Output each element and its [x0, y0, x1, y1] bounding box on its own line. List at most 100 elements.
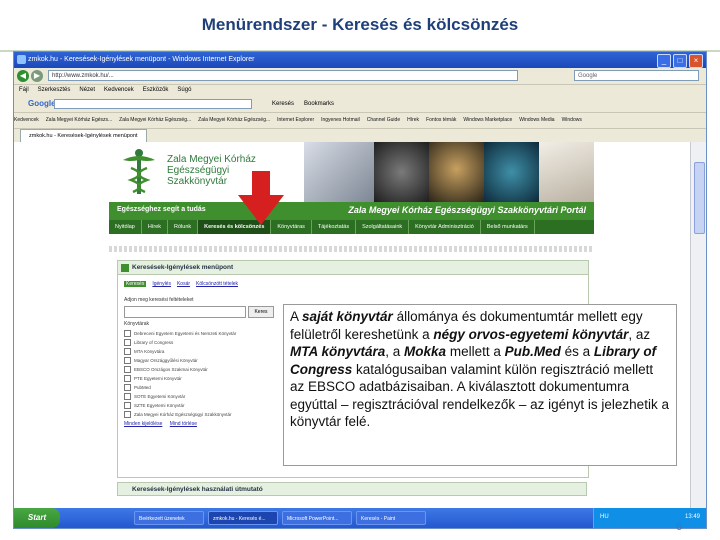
site-slogan: Egészséghez segít a tudás: [117, 206, 206, 213]
search-input[interactable]: [124, 306, 246, 318]
library-option[interactable]: PTE Egyetemi Könyvtár: [124, 374, 274, 383]
clear-all-link[interactable]: Mind törlése: [170, 421, 197, 427]
favorite-link[interactable]: Windows: [562, 117, 582, 123]
library-name: PTE Egyetemi Könyvtár: [134, 376, 182, 381]
favorite-link[interactable]: Hírek: [407, 117, 419, 123]
browser-menu-item[interactable]: Súgó: [177, 87, 191, 93]
window-title: zmkok.hu - Keresések-Igénylések menüpont…: [28, 56, 255, 63]
favorite-link[interactable]: Zala Megyei Kórház Egészség...: [198, 117, 270, 123]
panel-heading: Keresések-Igénylések menüpont: [118, 261, 588, 275]
panel-tab[interactable]: Keresés: [124, 281, 147, 287]
favorite-link[interactable]: Ingyenes Hotmail: [321, 117, 360, 123]
site-menu-item[interactable]: Belső munkatárs: [481, 220, 535, 234]
callout-segment: Pub.Med: [504, 344, 561, 359]
favorite-link[interactable]: Zala Megyei Kórház Egészs...: [46, 117, 112, 123]
library-checkbox[interactable]: [124, 384, 131, 392]
forward-icon[interactable]: ▶: [31, 70, 43, 82]
callout-segment: mellett a: [446, 344, 505, 359]
tab-row: zmkok.hu - Keresések-Igénylések menüpont: [14, 128, 706, 143]
close-icon[interactable]: ×: [689, 54, 703, 68]
google-search-button[interactable]: Keresés: [272, 99, 294, 109]
callout-segment: MTA könyvtára: [290, 344, 386, 359]
library-checkbox[interactable]: [124, 339, 131, 347]
usage-guide-heading[interactable]: Keresések-Igénylések használati útmutató: [117, 482, 587, 496]
library-option[interactable]: PubMed: [124, 383, 274, 392]
taskbar-item[interactable]: Beérkezett üzenetek: [134, 511, 204, 525]
browser-menu-item[interactable]: Nézet: [79, 87, 95, 93]
library-checkbox[interactable]: [124, 375, 131, 383]
library-option[interactable]: SOTE Egyetemi Könyvtár: [124, 392, 274, 401]
panel-tab[interactable]: Igénylés: [152, 281, 171, 287]
favorite-link[interactable]: Channel Guide: [367, 117, 400, 123]
taskbar-item[interactable]: Keresés - Paint: [356, 511, 426, 525]
taskbar-item[interactable]: Microsoft PowerPoint...: [282, 511, 352, 525]
scroll-thumb[interactable]: [694, 162, 705, 234]
address-row: ◀ ▶ http://www.zmkok.hu/... Google: [14, 68, 706, 85]
favorite-link[interactable]: Kedvencek: [14, 117, 39, 123]
library-checkbox[interactable]: [124, 348, 131, 356]
site-header: Zala Megyei Kórház Egészségügyi Szakköny…: [109, 142, 594, 202]
callout-segment: és a: [560, 344, 594, 359]
panel-tab[interactable]: Kosár: [177, 281, 190, 287]
caduceus-logo-icon: [123, 149, 155, 194]
favorite-link[interactable]: Windows Media: [519, 117, 554, 123]
library-option[interactable]: SZTE Egyetemi Könyvtár: [124, 401, 274, 410]
library-list: Debreceni Egyetem Egyetemi és Nemzeti Kö…: [124, 329, 274, 419]
start-button[interactable]: Start: [14, 508, 60, 528]
library-option[interactable]: EBSCO Országos Szakmai Könyvtár: [124, 365, 274, 374]
library-checkbox[interactable]: [124, 357, 131, 365]
library-checkbox[interactable]: [124, 411, 131, 419]
header-photo: [539, 142, 594, 202]
browser-menu-item[interactable]: Eszközök: [143, 87, 169, 93]
panel-heading-text: Keresések-Igénylések menüpont: [132, 264, 234, 271]
ie-search-box[interactable]: Google: [574, 70, 699, 81]
red-arrow-icon: [238, 171, 284, 225]
favorite-link[interactable]: Fontos témák: [426, 117, 456, 123]
vertical-scrollbar[interactable]: [690, 142, 706, 508]
browser-menu: Fájl Szerkesztés Nézet Kedvencek Eszközök Súg…: [14, 84, 706, 96]
favorite-link[interactable]: Windows Marketplace: [463, 117, 512, 123]
library-name: SOTE Egyetemi Könyvtár: [134, 394, 186, 399]
library-option[interactable]: Debreceni Egyetem Egyetemi és Nemzeti Kö…: [124, 329, 274, 338]
site-banner: Egészséghez segít a tudás Zala Megyei Kó…: [109, 202, 594, 220]
panel-tab[interactable]: Kölcsönzött tételek: [196, 281, 238, 287]
favorite-link[interactable]: Internet Explorer: [277, 117, 314, 123]
site-menu-item[interactable]: Tájékoztatás: [312, 220, 357, 234]
back-icon[interactable]: ◀: [17, 70, 29, 82]
header-photo: [374, 142, 429, 202]
library-checkbox[interactable]: [124, 393, 131, 401]
bookmarks-button[interactable]: Bookmarks: [304, 99, 334, 109]
site-menu-item[interactable]: Hírek: [142, 220, 169, 234]
browser-menu-item[interactable]: Kedvencek: [104, 87, 134, 93]
clock: 13:49: [684, 514, 700, 520]
site-menu-item[interactable]: Könyvtár Adminisztráció: [409, 220, 481, 234]
site-menu-item[interactable]: Nyitólap: [109, 220, 142, 234]
address-bar[interactable]: http://www.zmkok.hu/...: [48, 70, 518, 81]
taskbar-item[interactable]: zmkok.hu - Keresés é...: [208, 511, 278, 525]
callout-segment: saját könyvtár: [302, 309, 393, 324]
maximize-icon[interactable]: □: [673, 54, 687, 68]
callout-segment: négy orvos-egyetemi könyvtár: [433, 326, 629, 342]
library-option[interactable]: Library of Congress: [124, 338, 274, 347]
library-checkbox[interactable]: [124, 330, 131, 338]
page-number: 6: [676, 521, 683, 533]
library-name: Debreceni Egyetem Egyetemi és Nemzeti Kö…: [134, 331, 237, 336]
browser-tab[interactable]: zmkok.hu - Keresések-Igénylések menüpont: [20, 129, 147, 143]
library-option[interactable]: Zala Megyei Kórház Egészségügyi Szakköny…: [124, 410, 274, 419]
language-indicator[interactable]: HU: [600, 514, 609, 520]
browser-menu-item[interactable]: Fájl: [19, 87, 29, 93]
library-checkbox[interactable]: [124, 366, 131, 374]
library-option[interactable]: Magyar Országgyűlési Könyvtár: [124, 356, 274, 365]
library-option[interactable]: MTA Könyvtára: [124, 347, 274, 356]
favorite-link[interactable]: Zala Megyei Kórház Egészség...: [119, 117, 191, 123]
minimize-icon[interactable]: _: [657, 54, 671, 68]
search-button[interactable]: Keres: [248, 306, 274, 318]
select-all-link[interactable]: Minden kijelölése: [124, 421, 162, 427]
site-menu-item[interactable]: Szolgáltatásaink: [356, 220, 410, 234]
library-name: SZTE Egyetemi Könyvtár: [134, 403, 185, 408]
window-controls: _ □ ×: [657, 54, 703, 68]
site-menu-item[interactable]: Rólunk: [168, 220, 199, 234]
google-search-input[interactable]: [54, 99, 252, 109]
browser-menu-item[interactable]: Szerkesztés: [38, 87, 71, 93]
library-checkbox[interactable]: [124, 402, 131, 410]
